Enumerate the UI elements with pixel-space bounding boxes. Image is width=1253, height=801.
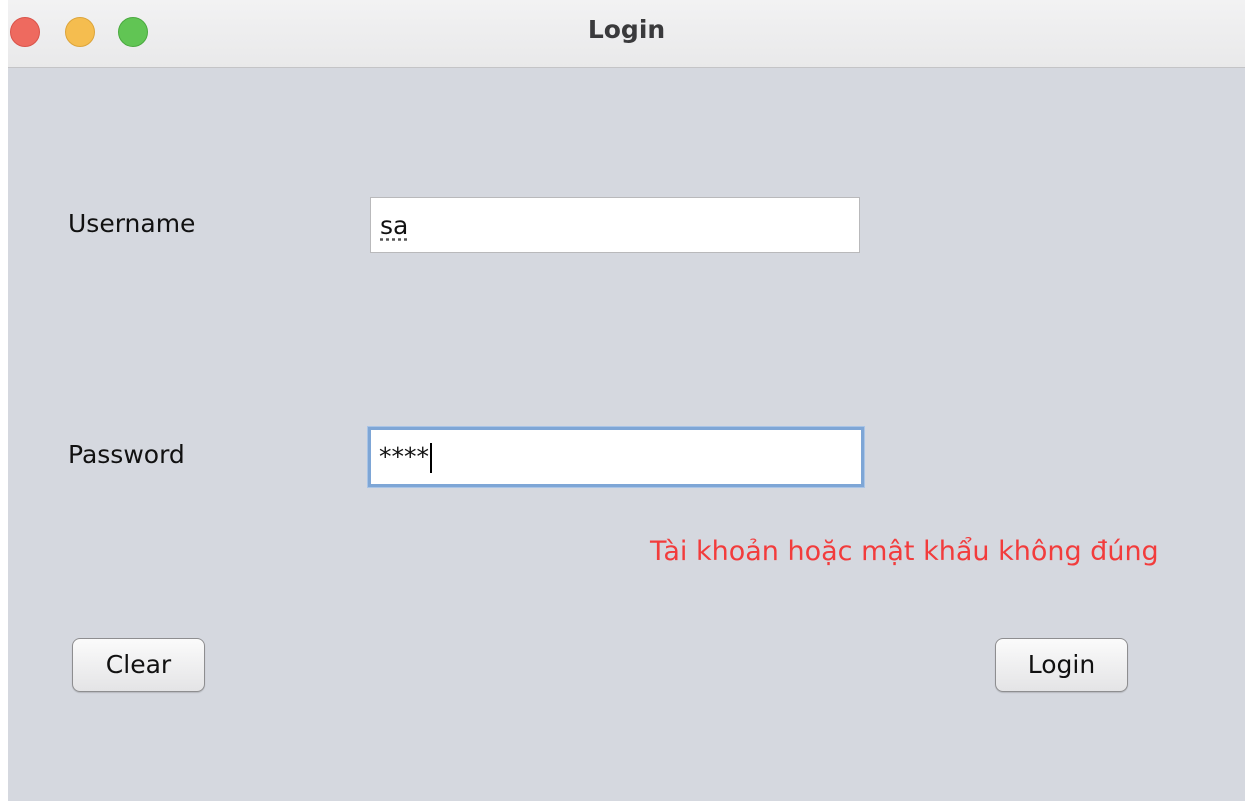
title-bar: Login bbox=[8, 0, 1245, 68]
username-label: Username bbox=[68, 209, 196, 238]
password-label: Password bbox=[68, 440, 185, 469]
login-button[interactable]: Login bbox=[995, 638, 1128, 692]
password-field[interactable]: **** bbox=[368, 427, 864, 487]
login-window: Login Username sa Password **** Tài khoả… bbox=[8, 0, 1245, 801]
clear-button[interactable]: Clear bbox=[72, 638, 205, 692]
error-message: Tài khoản hoặc mật khẩu không đúng bbox=[650, 536, 1159, 567]
text-caret bbox=[430, 443, 432, 473]
password-value: **** bbox=[379, 442, 429, 471]
username-field[interactable]: sa bbox=[370, 197, 860, 253]
window-title: Login bbox=[587, 15, 666, 44]
username-value: sa bbox=[380, 211, 409, 240]
